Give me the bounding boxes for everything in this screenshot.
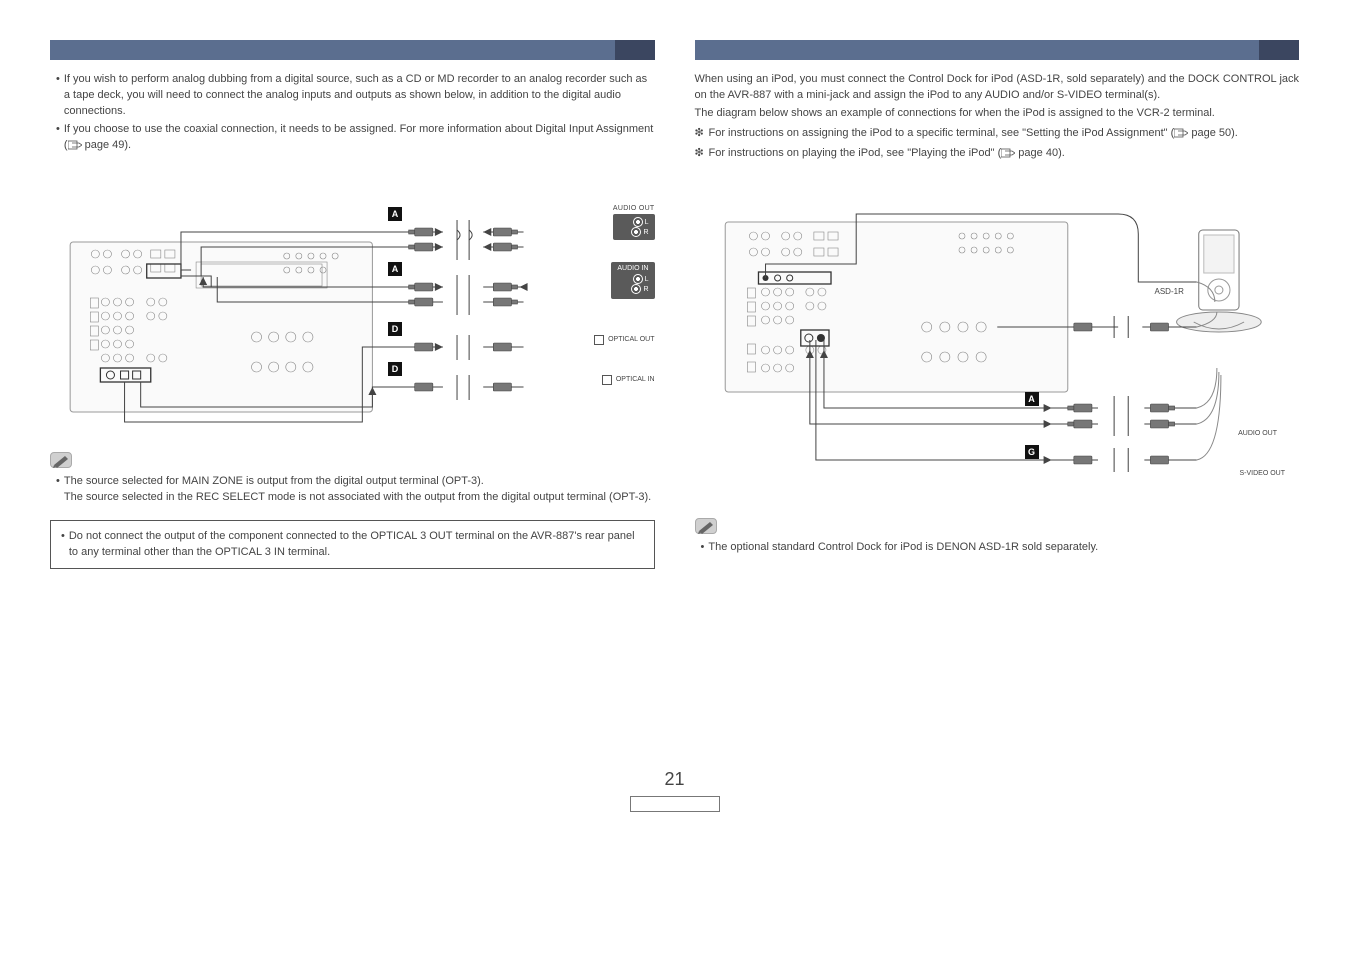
audio-out-block: AUDIO OUT L R (613, 205, 655, 240)
left-note-1: • The source selected for MAIN ZONE is o… (56, 474, 655, 506)
right-star-2a: For instructions on playing the iPod, se… (709, 147, 1002, 159)
bullet-glyph: • (56, 122, 60, 154)
left-note-2: Do not connect the output of the compone… (69, 529, 644, 561)
bullet-glyph: • (61, 529, 65, 561)
r-label-2: R (643, 286, 648, 293)
footer-box (630, 796, 720, 812)
page-ref-icon (68, 140, 82, 150)
badge-a-right: A (1025, 392, 1039, 406)
svideo-out-label: S-VIDEO OUT (1239, 470, 1285, 477)
left-intro-2a: If you choose to use the coaxial connect… (64, 123, 653, 151)
right-star-2: ❇ For instructions on playing the iPod, … (695, 146, 1300, 162)
section-bar-right (695, 40, 1300, 60)
badge-d-1: D (388, 322, 402, 336)
asd-label: ASD-1R (1155, 287, 1184, 296)
section-bar-left (50, 40, 655, 60)
right-intro-1: When using an iPod, you must connect the… (695, 72, 1300, 104)
audio-in-label: AUDIO IN (617, 265, 648, 272)
optical-in-label: OPTICAL IN (616, 376, 655, 383)
left-intro-2: If you choose to use the coaxial connect… (64, 122, 655, 154)
badge-a-top: A (388, 207, 402, 221)
audio-in-block: AUDIO IN L R (611, 262, 654, 299)
audio-out-label-right: AUDIO OUT (1238, 430, 1277, 437)
star-glyph: ❇ (695, 126, 709, 142)
bullet-glyph: • (56, 72, 60, 120)
right-star-1: ❇ For instructions on assigning the iPod… (695, 126, 1300, 142)
l-label-2: L (645, 276, 649, 283)
badge-d-2: D (388, 362, 402, 376)
right-star-1b: page 50). (1188, 127, 1238, 139)
optical-out-label: OPTICAL OUT (608, 336, 654, 343)
left-intro-1: If you wish to perform analog dubbing fr… (64, 72, 655, 120)
audio-out-label: AUDIO OUT (613, 205, 655, 212)
right-star-1a: For instructions on assigning the iPod t… (709, 127, 1175, 139)
star-glyph: ❇ (695, 146, 709, 162)
l-label: L (645, 219, 649, 226)
pencil-icon (695, 518, 717, 534)
page-number: 21 (664, 769, 684, 789)
left-intro-2b: page 49). (82, 139, 132, 151)
note-box: • Do not connect the output of the compo… (50, 520, 655, 570)
left-note-1a: The source selected for MAIN ZONE is out… (64, 475, 484, 487)
r-label: R (643, 229, 648, 236)
optical-in-block: OPTICAL IN (599, 375, 655, 385)
left-note-1b: The source selected in the REC SELECT mo… (64, 491, 651, 503)
badge-g-right: G (1025, 445, 1039, 459)
page-ref-icon (1174, 128, 1188, 138)
badge-a-mid: A (388, 262, 402, 276)
right-connection-diagram: A G ASD-1R AUDIO OUT S-VIDEO OUT (695, 192, 1300, 492)
left-bullet-2: • If you choose to use the coaxial conne… (56, 122, 655, 154)
page-ref-icon (1001, 148, 1015, 158)
left-connection-diagram: A A D D AUDIO OUT L R AUDIO IN L R (50, 172, 655, 432)
pencil-icon (50, 452, 72, 468)
right-note-text: The optional standard Control Dock for i… (708, 540, 1299, 556)
right-intro-2: The diagram below shows an example of co… (695, 106, 1300, 122)
right-star-2b: page 40). (1015, 147, 1065, 159)
optical-out-block: OPTICAL OUT (591, 335, 654, 345)
right-note: • The optional standard Control Dock for… (701, 540, 1300, 556)
bullet-glyph: • (701, 540, 705, 556)
left-bullet-1: • If you wish to perform analog dubbing … (56, 72, 655, 120)
page-footer: 21 (50, 769, 1299, 811)
bullet-glyph: • (56, 474, 60, 506)
